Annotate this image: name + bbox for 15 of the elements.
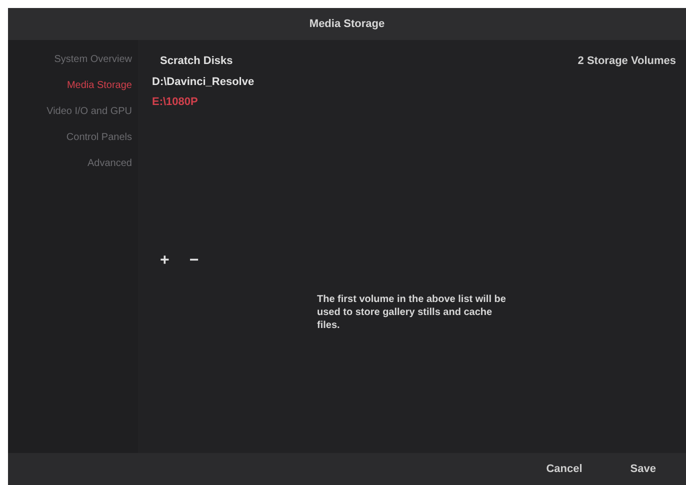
sidebar-item[interactable]: Control Panels [66, 130, 132, 145]
sidebar-item[interactable]: Media Storage [66, 78, 132, 93]
volume-item[interactable]: D:\Davinci_Resolve [152, 74, 254, 90]
volume-item[interactable]: E:\1080P [152, 94, 198, 110]
remove-button[interactable]: − [189, 252, 199, 268]
volume-count: 2 Storage Volumes [578, 54, 676, 69]
save-button[interactable]: Save [630, 460, 656, 478]
window-title: Media Storage [309, 16, 385, 32]
sidebar-item[interactable]: Video I/O and GPU [46, 104, 132, 119]
sidebar-item[interactable]: System Overview [54, 52, 132, 67]
section-heading: Scratch Disks [160, 54, 233, 69]
info-text: The first volume in the above list will be used to store gallery stills and cache files. [317, 292, 507, 332]
add-button[interactable]: + [160, 252, 170, 268]
cancel-button[interactable]: Cancel [546, 460, 582, 478]
sidebar-item[interactable]: Advanced [88, 156, 132, 171]
